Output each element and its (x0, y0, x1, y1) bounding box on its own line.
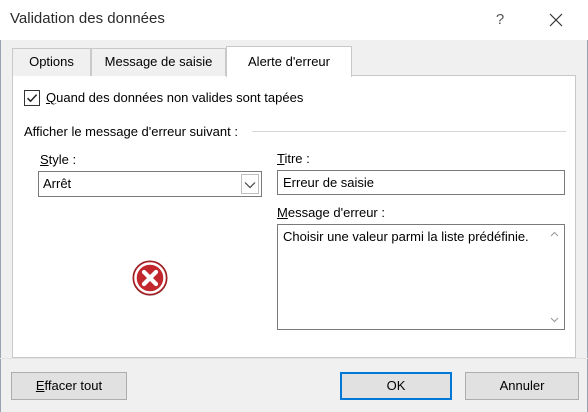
tab-options[interactable]: Options (12, 48, 91, 76)
checkmark-icon (26, 94, 38, 103)
cancel-button[interactable]: Annuler (465, 372, 579, 400)
section-divider (252, 131, 566, 132)
help-icon: ? (495, 11, 505, 28)
title-input-value: Erreur de saisie (283, 175, 375, 190)
label-end: : (68, 152, 77, 167)
dialog-titlebar: Validation des données ? (0, 0, 588, 40)
chevron-down-icon (244, 182, 256, 189)
error-message-value: Choisir une valeur parmi la liste prédéf… (283, 229, 529, 244)
vertical-scrollbar[interactable] (546, 226, 563, 328)
scroll-down-arrow-icon[interactable] (550, 317, 559, 323)
error-message-textarea[interactable]: Choisir une valeur parmi la liste prédéf… (277, 224, 565, 330)
button-label-rest: ffacer tout (44, 378, 103, 393)
label-rest: itre : (284, 151, 310, 166)
label-rest: essage d'erreur : (287, 205, 385, 220)
show-error-alert-checkbox[interactable] (24, 90, 40, 106)
scroll-up-arrow-icon[interactable] (550, 231, 559, 237)
accesskey-e: E (35, 378, 45, 393)
ok-button[interactable]: OK (340, 372, 452, 400)
stop-error-icon (132, 260, 168, 296)
style-select-value: Arrêt (43, 176, 72, 191)
footer-divider (0, 358, 588, 359)
tab-input-message[interactable]: Message de saisie (91, 48, 226, 76)
label-rest: tyle (48, 152, 69, 167)
close-icon (549, 13, 563, 27)
title-input[interactable]: Erreur de saisie (277, 170, 565, 195)
cancel-button-label: Annuler (499, 378, 545, 393)
error-message-label: Message d'erreur : (277, 205, 385, 221)
title-label: Titre : (277, 151, 310, 167)
tab-label: Alerte d'erreur (248, 54, 330, 69)
tab-error-alert[interactable]: Alerte d'erreur (226, 46, 352, 77)
style-select[interactable]: Arrêt (38, 171, 262, 197)
window-left-edge (0, 0, 1, 412)
close-button[interactable] (540, 6, 572, 34)
label-rest: uand des données non valides sont tapées (56, 90, 304, 105)
ok-button-label: OK (386, 378, 406, 393)
show-error-alert-label[interactable]: Quand des données non valides sont tapée… (46, 90, 303, 106)
style-label: Style : (40, 152, 76, 168)
accesskey-s: S (40, 152, 49, 167)
tab-label: Options (29, 54, 74, 69)
section-label: Afficher le message d'erreur suivant : (24, 124, 238, 139)
accesskey-q: Q (46, 90, 57, 105)
help-button[interactable]: ? (486, 6, 514, 34)
style-dropdown-button[interactable] (241, 174, 259, 194)
tab-label: Message de saisie (104, 54, 213, 69)
dialog-title: Validation des données (10, 10, 165, 27)
clear-all-button[interactable]: Effacer tout (11, 372, 127, 400)
accesskey-m: M (277, 205, 288, 220)
